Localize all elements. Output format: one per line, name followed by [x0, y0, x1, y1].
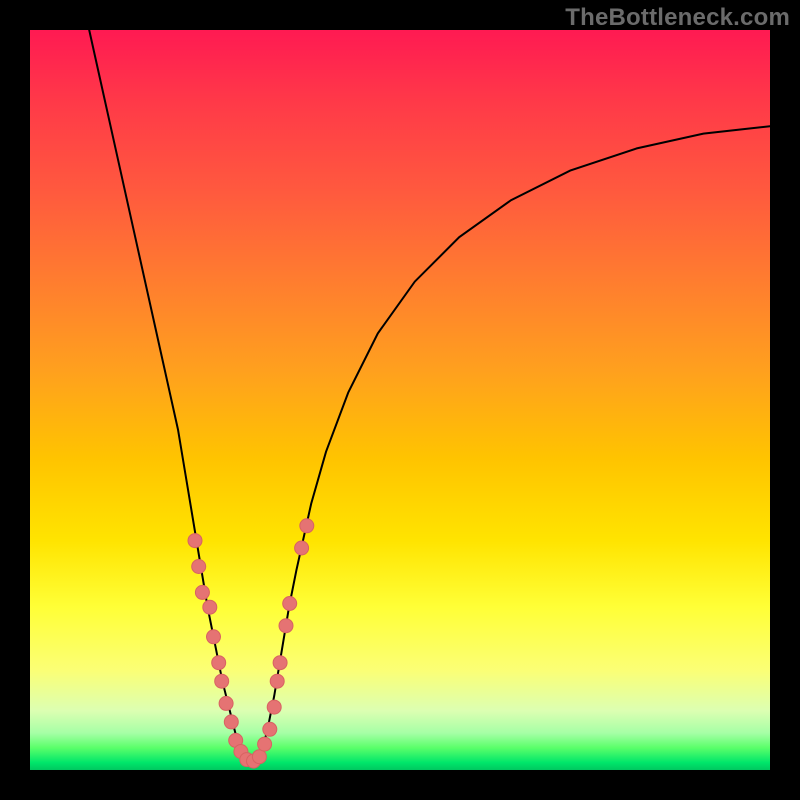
- data-point: [270, 674, 284, 688]
- chart-frame: TheBottleneck.com: [0, 0, 800, 800]
- data-point: [267, 700, 281, 714]
- data-point: [252, 750, 266, 764]
- chart-overlay: [30, 30, 770, 770]
- bottleneck-curve-left: [89, 30, 252, 763]
- data-point: [215, 674, 229, 688]
- data-point: [295, 541, 309, 555]
- data-point: [283, 597, 297, 611]
- watermark-text: TheBottleneck.com: [565, 4, 790, 32]
- data-point: [263, 722, 277, 736]
- data-point: [192, 560, 206, 574]
- data-point: [300, 519, 314, 533]
- data-point: [224, 715, 238, 729]
- scatter-group: [188, 519, 314, 768]
- bottleneck-curve-right: [252, 126, 770, 762]
- data-point: [212, 656, 226, 670]
- data-point: [273, 656, 287, 670]
- data-point: [258, 737, 272, 751]
- data-point: [203, 600, 217, 614]
- data-point: [279, 619, 293, 633]
- data-point: [207, 630, 221, 644]
- data-point: [219, 696, 233, 710]
- data-point: [195, 585, 209, 599]
- data-point: [188, 534, 202, 548]
